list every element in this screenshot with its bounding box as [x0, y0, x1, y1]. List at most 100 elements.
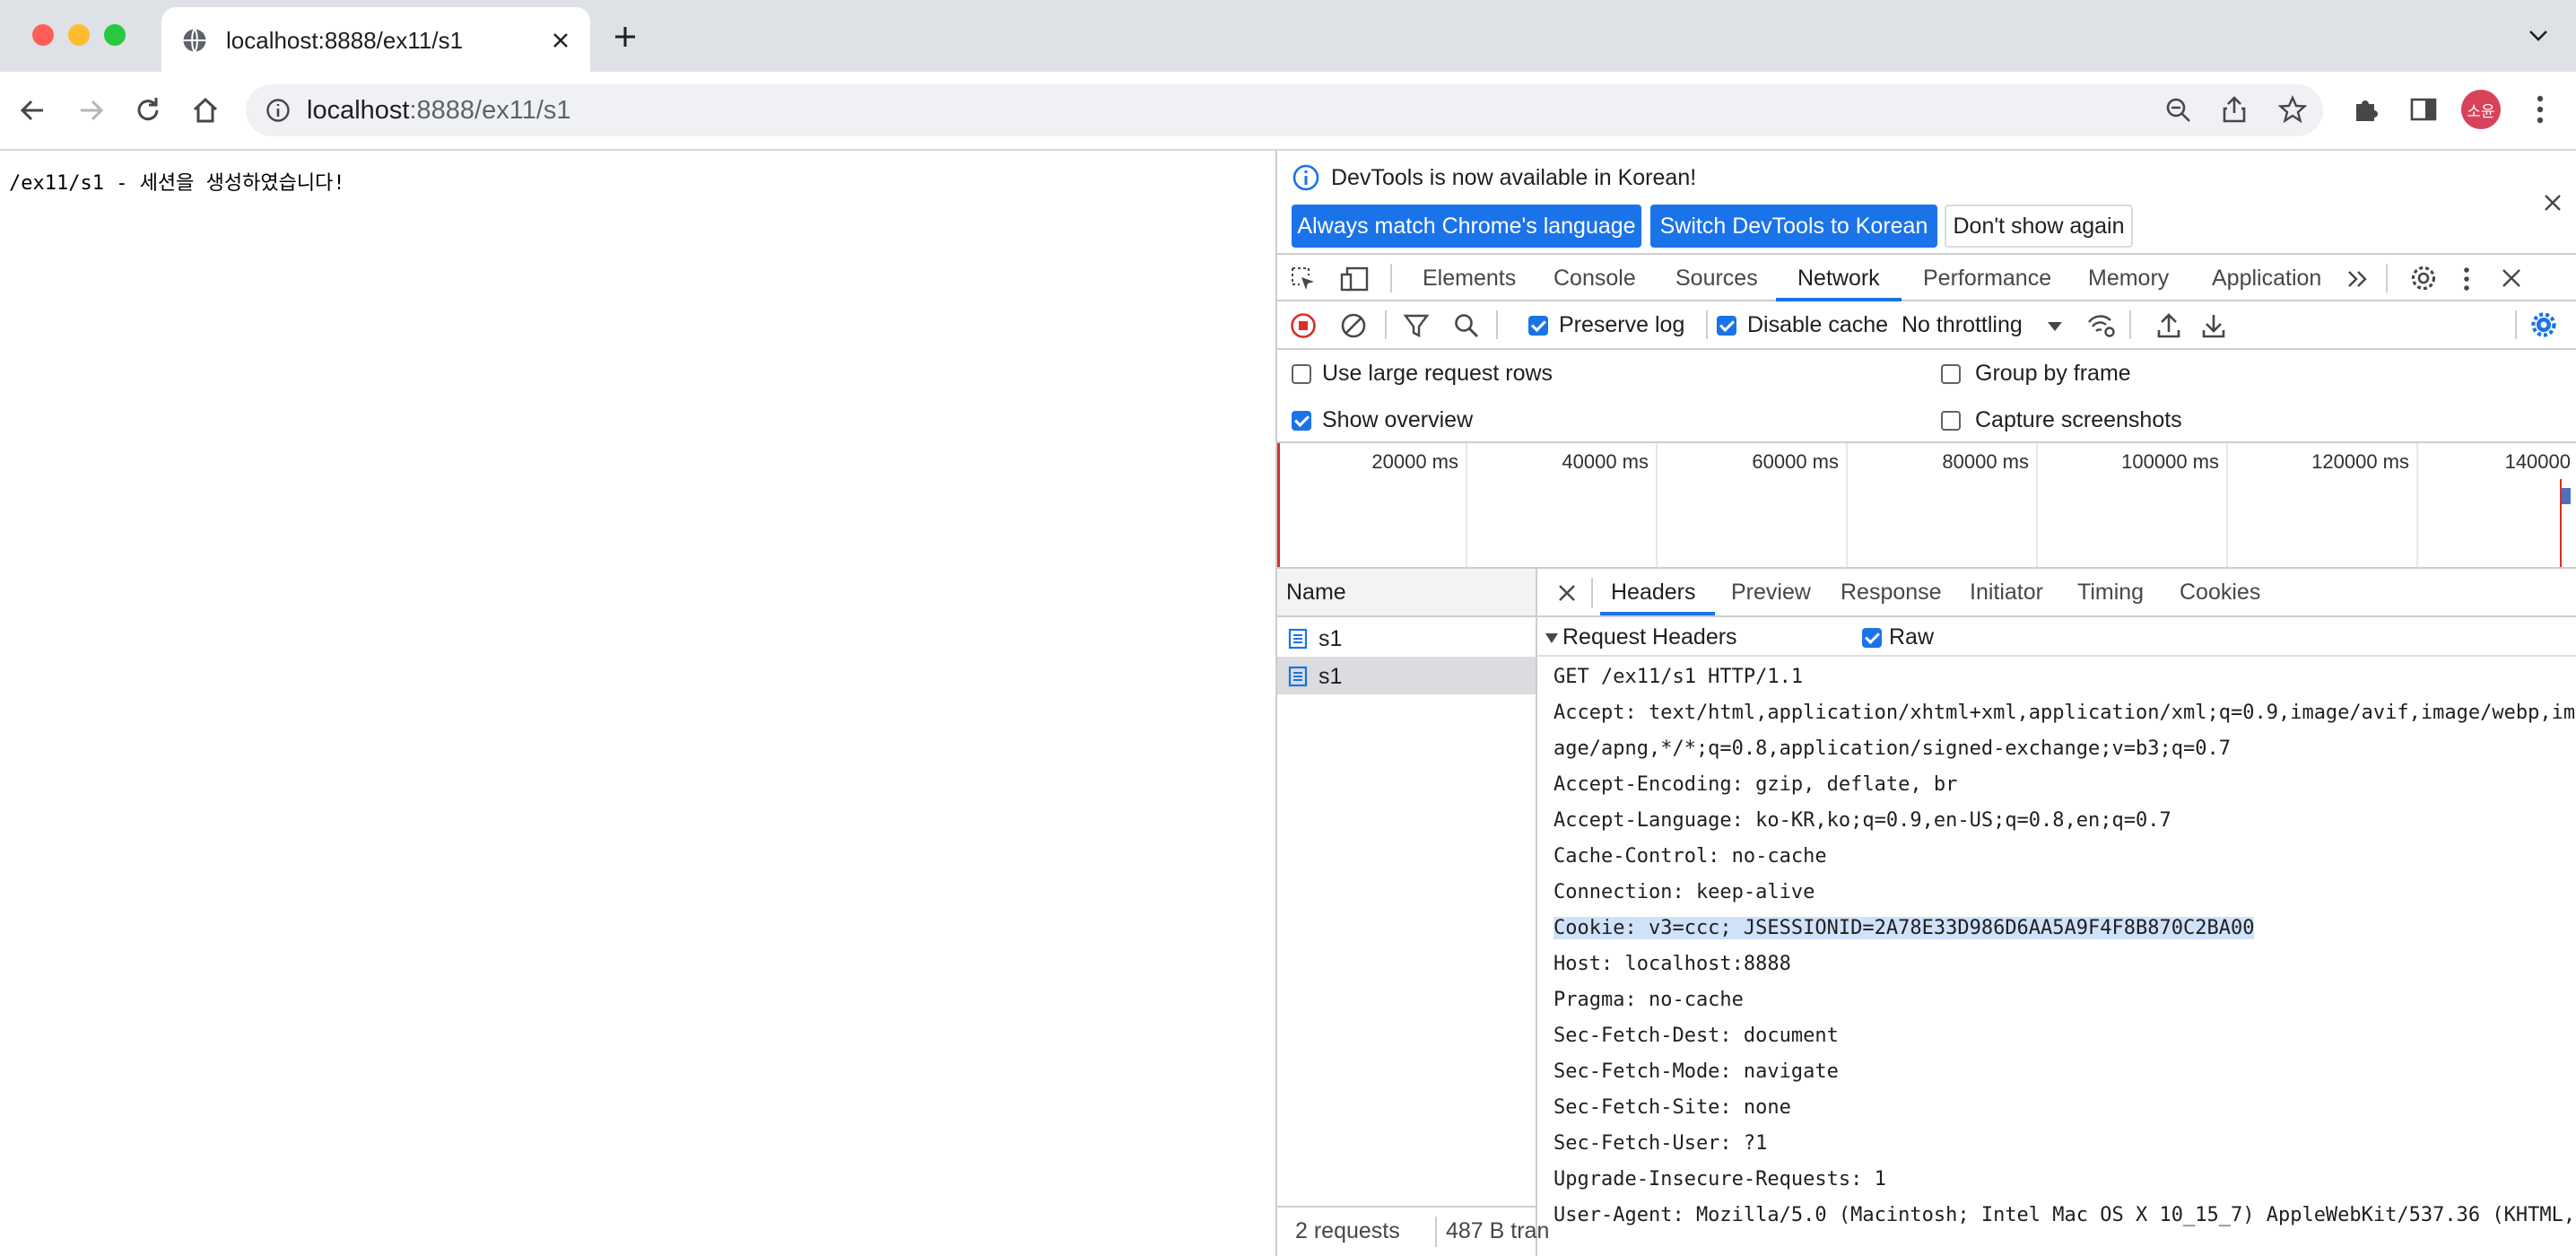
section-title: Request Headers	[1562, 624, 1737, 650]
raw-header-line: Accept-Language: ko-KR,ko;q=0.9,en-US;q=…	[1553, 809, 2171, 832]
raw-header-line: age/apng,*/*;q=0.8,application/signed-ex…	[1553, 737, 2231, 760]
overview-tick-label: 40000 ms	[1562, 450, 1649, 473]
throttling-select[interactable]: No throttling	[1902, 312, 2023, 338]
overview-gridline	[2036, 443, 2038, 567]
profile-label: 소윤	[2467, 102, 2495, 120]
close-tab-icon[interactable]	[551, 31, 570, 50]
capture-screenshots-checkbox[interactable]	[1941, 411, 1961, 431]
tab-sources[interactable]: Sources	[1675, 266, 1758, 292]
share-icon[interactable]	[2221, 95, 2248, 124]
tab-network[interactable]: Network	[1797, 266, 1880, 292]
clear-icon[interactable]	[1340, 312, 1367, 339]
home-icon[interactable]	[190, 95, 221, 126]
maximize-window-button[interactable]	[104, 24, 126, 46]
disable-cache-checkbox[interactable]	[1717, 316, 1736, 336]
toolbar-divider	[2515, 310, 2517, 339]
device-toolbar-icon[interactable]	[1340, 266, 1371, 292]
more-tabs-chevron-icon[interactable]	[2346, 269, 2370, 289]
network-conditions-icon[interactable]	[2086, 312, 2117, 339]
close-devtools-icon[interactable]	[2501, 267, 2522, 289]
settings-gear-icon[interactable]	[2409, 264, 2438, 292]
show-overview-checkbox[interactable]	[1292, 411, 1311, 431]
back-arrow-icon[interactable]	[18, 97, 47, 124]
name-header-label: Name	[1286, 580, 1346, 605]
raw-header-line: User-Agent: Mozilla/5.0 (Macintosh; Inte…	[1553, 1204, 2576, 1226]
export-har-icon[interactable]	[2201, 312, 2226, 339]
site-info-icon[interactable]	[265, 98, 291, 123]
zoom-out-icon[interactable]	[2165, 97, 2192, 124]
overview-gridline	[1846, 443, 1848, 567]
always-match-language-button[interactable]: Always match Chrome's language	[1292, 205, 1641, 248]
forward-arrow-icon[interactable]	[77, 97, 106, 124]
switch-to-korean-button[interactable]: Switch DevTools to Korean	[1650, 205, 1937, 248]
raw-header-line: Accept-Encoding: gzip, deflate, br	[1553, 773, 1958, 796]
request-headers-section[interactable]: Request Headers Raw	[1537, 617, 2576, 657]
tab-cookies[interactable]: Cookies	[2180, 580, 2260, 606]
reload-icon[interactable]	[133, 95, 163, 126]
url-text: localhost:8888/ex11/s1	[307, 96, 571, 125]
tab-application[interactable]: Application	[2212, 266, 2321, 292]
group-by-frame-checkbox[interactable]	[1941, 364, 1961, 384]
search-icon[interactable]	[1453, 312, 1480, 339]
record-stop-icon[interactable]	[1290, 312, 1317, 339]
tab-initiator[interactable]: Initiator	[1970, 580, 2043, 606]
devtools-menu-icon[interactable]	[2461, 266, 2472, 292]
minimize-window-button[interactable]	[68, 24, 90, 46]
network-overview[interactable]: 20000 ms 40000 ms 60000 ms 80000 ms 1000…	[1277, 443, 2576, 569]
tab-memory[interactable]: Memory	[2088, 266, 2169, 292]
close-details-icon[interactable]	[1557, 583, 1577, 603]
session-message: /ex11/s1 - 세션을 생성하였습니다!	[9, 172, 345, 195]
new-tab-icon[interactable]	[614, 25, 637, 48]
request-row-selected[interactable]: s1	[1277, 657, 1536, 694]
show-overview-label: Show overview	[1322, 407, 1474, 432]
tab-performance[interactable]: Performance	[1923, 266, 2051, 292]
address-bar[interactable]: localhost:8888/ex11/s1	[246, 84, 2323, 136]
globe-icon	[183, 28, 206, 53]
overview-gridline	[1466, 443, 1467, 567]
page-content: /ex11/s1 - 세션을 생성하였습니다!	[0, 151, 1275, 1256]
dropdown-triangle-icon[interactable]	[2047, 321, 2063, 332]
network-settings-gear-icon[interactable]	[2529, 310, 2558, 339]
network-toolbar: Preserve log Disable cache No throttling	[1277, 301, 2576, 350]
toolbar-divider	[1390, 264, 1392, 292]
name-column-header[interactable]: Name	[1277, 569, 1536, 617]
document-icon	[1288, 628, 1308, 650]
expand-triangle-icon[interactable]	[1545, 632, 1559, 644]
raw-header-line: Upgrade-Insecure-Requests: 1	[1553, 1168, 1886, 1191]
bookmark-star-icon[interactable]	[2278, 95, 2307, 124]
request-list: Name s1 s1 2 requests 487 B tran	[1277, 569, 1549, 1256]
tab-response[interactable]: Response	[1841, 580, 1942, 606]
tab-console[interactable]: Console	[1553, 266, 1636, 292]
capture-screenshots-label: Capture screenshots	[1975, 407, 2182, 432]
preserve-log-checkbox[interactable]	[1528, 316, 1548, 336]
overview-request-bar	[2562, 488, 2571, 504]
overview-tick-label: 80000 ms	[1942, 450, 2029, 473]
tab-search-chevron-icon[interactable]	[2528, 29, 2549, 43]
side-panel-icon[interactable]	[2409, 95, 2438, 124]
dont-show-again-button[interactable]: Don't show again	[1945, 205, 2133, 248]
large-rows-checkbox[interactable]	[1292, 364, 1311, 384]
filter-icon[interactable]	[1403, 312, 1430, 339]
raw-header-line: GET /ex11/s1 HTTP/1.1	[1553, 666, 1804, 688]
profile-avatar[interactable]: 소윤	[2461, 90, 2501, 129]
raw-header-line: Sec-Fetch-User: ?1	[1553, 1132, 1768, 1155]
tab-preview[interactable]: Preview	[1731, 580, 1811, 606]
request-row[interactable]: s1	[1277, 619, 1536, 657]
browser-tab[interactable]: localhost:8888/ex11/s1	[161, 7, 590, 72]
tab-headers[interactable]: Headers	[1611, 580, 1696, 606]
inspect-element-icon[interactable]	[1290, 266, 1317, 292]
close-window-button[interactable]	[32, 24, 54, 46]
devtools-tabs: Elements Console Sources Network Perform…	[1277, 253, 2576, 301]
raw-checkbox[interactable]	[1862, 628, 1882, 648]
import-har-icon[interactable]	[2156, 312, 2181, 339]
large-rows-label: Use large request rows	[1322, 361, 1553, 386]
extensions-puzzle-icon[interactable]	[2352, 95, 2380, 124]
tab-timing[interactable]: Timing	[2077, 580, 2144, 606]
toolbar-divider	[2386, 264, 2388, 292]
overview-tick-label: 20000 ms	[1371, 450, 1458, 473]
chrome-menu-icon[interactable]	[2535, 93, 2546, 126]
close-infobar-icon[interactable]	[2542, 192, 2563, 214]
raw-header-line: Pragma: no-cache	[1553, 989, 1744, 1011]
tab-elements[interactable]: Elements	[1423, 266, 1516, 292]
raw-header-line: Sec-Fetch-Dest: document	[1553, 1025, 1839, 1047]
